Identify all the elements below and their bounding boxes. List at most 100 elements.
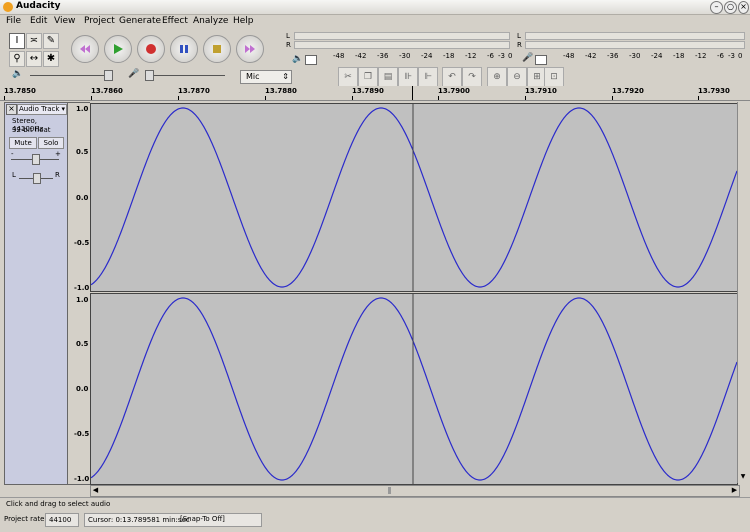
record-button[interactable] — [137, 35, 165, 63]
project-rate-label: Project rate: — [4, 515, 47, 523]
pan-slider-thumb[interactable] — [33, 173, 41, 184]
track-name-menu[interactable]: Audio Track ▾ — [17, 104, 67, 115]
trim-icon[interactable]: ⊪ — [398, 67, 418, 87]
project-rate-field[interactable]: 44100 — [45, 513, 79, 527]
play-button[interactable] — [104, 35, 132, 63]
multi-tool-icon[interactable]: ✱ — [43, 51, 59, 67]
vertical-scrollbar[interactable]: ▼ — [737, 102, 748, 483]
waveform-right-svg — [90, 294, 738, 484]
undo-icon[interactable]: ↶ — [442, 67, 462, 87]
close-icon[interactable]: × — [738, 1, 749, 14]
scroll-right-icon[interactable]: ▶ — [730, 486, 739, 496]
record-icon — [146, 44, 156, 54]
menu-help[interactable]: Help — [233, 16, 254, 26]
menu-effect[interactable]: Effect — [162, 16, 188, 26]
playback-meter-right — [294, 41, 510, 49]
menu-analyze[interactable]: Analyze — [193, 16, 228, 26]
title-bar: Audacity – ○ × — [0, 0, 750, 15]
pause-icon — [180, 45, 188, 53]
app-icon — [3, 2, 13, 12]
waveform-left-channel[interactable] — [90, 103, 738, 292]
input-volume-thumb[interactable] — [145, 70, 154, 81]
ruler-label: 13.7850 — [4, 87, 36, 95]
fit-project-icon[interactable]: ⊡ — [544, 67, 564, 87]
playback-meter-menu-icon[interactable] — [305, 55, 317, 65]
ruler-label: 13.7910 — [525, 87, 557, 95]
track-bit-depth: 32-bit float — [12, 126, 51, 134]
menu-edit[interactable]: Edit — [30, 16, 47, 26]
scroll-thumb[interactable] — [388, 487, 391, 494]
ruler-label: 13.7890 — [352, 87, 384, 95]
zoom-in-icon[interactable]: ⊕ — [487, 67, 507, 87]
waveform-left-svg — [90, 104, 738, 291]
solo-button[interactable]: Solo — [38, 137, 64, 149]
snap-status: [Snap-To Off] — [180, 515, 225, 523]
skip-start-icon — [80, 45, 90, 53]
ruler-label: 13.7900 — [438, 87, 470, 95]
record-meter-left — [525, 32, 745, 40]
playback-meter-left — [294, 32, 510, 40]
skip-to-end-button[interactable] — [236, 35, 264, 63]
envelope-tool-icon[interactable]: ≍ — [26, 33, 42, 49]
bottom-bar: Project rate: 44100 Cursor: 0:13.789581 … — [0, 512, 750, 530]
skip-end-icon — [245, 45, 255, 53]
scroll-down-icon[interactable]: ▼ — [739, 473, 747, 481]
selection-tool-icon[interactable]: I — [9, 33, 25, 49]
ruler-label: 13.7880 — [265, 87, 297, 95]
silence-icon[interactable]: ⊩ — [418, 67, 438, 87]
track-close-icon[interactable]: × — [6, 104, 17, 115]
stop-button[interactable] — [203, 35, 231, 63]
speaker-icon: 🔈 — [292, 54, 304, 64]
menu-view[interactable]: View — [54, 16, 75, 26]
stop-icon — [213, 45, 221, 53]
horizontal-scrollbar[interactable]: ◀ ▶ — [90, 485, 740, 497]
status-bar: Click and drag to select audio — [0, 497, 750, 512]
playback-meter-scale: -48 -42 -36 -30 -24 -18 -12 -6 -3 0 — [333, 52, 513, 60]
menu-generate[interactable]: Generate — [119, 16, 161, 26]
status-hint: Click and drag to select audio — [6, 500, 111, 508]
zoom-tool-icon[interactable]: ⚲ — [9, 51, 25, 67]
skip-to-start-button[interactable] — [71, 35, 99, 63]
waveform-right-channel[interactable] — [90, 293, 738, 485]
waveform-right-line — [90, 297, 738, 481]
output-volume-icon: 🔈 — [12, 69, 24, 79]
input-volume-slider[interactable] — [145, 75, 225, 76]
menu-bar: File Edit View Project Generate Effect A… — [0, 15, 750, 29]
timeline-ruler[interactable]: 13.7850 13.7860 13.7870 13.7880 13.7890 … — [0, 86, 750, 101]
track-menu-arrow-icon: ▾ — [61, 105, 65, 113]
copy-icon[interactable]: ❐ — [358, 67, 378, 87]
window-title: Audacity — [16, 1, 61, 11]
rec-meter-right-label: R — [517, 41, 522, 49]
meter-left-label: L — [286, 32, 290, 40]
rec-meter-left-label: L — [517, 32, 521, 40]
microphone-icon: 🎤 — [522, 53, 534, 63]
minimize-icon[interactable]: – — [710, 1, 723, 14]
menu-project[interactable]: Project — [84, 16, 115, 26]
zoom-out-icon[interactable]: ⊖ — [507, 67, 527, 87]
output-volume-thumb[interactable] — [104, 70, 113, 81]
select-arrows-icon: ⇕ — [282, 72, 289, 81]
input-source-select[interactable]: Mic ⇕ — [240, 70, 292, 84]
gain-plus-label: + — [55, 150, 61, 158]
scroll-left-icon[interactable]: ◀ — [91, 486, 100, 496]
play-icon — [114, 44, 123, 54]
redo-icon[interactable]: ↷ — [462, 67, 482, 87]
record-meter-menu-icon[interactable] — [535, 55, 547, 65]
draw-tool-icon[interactable]: ✎ — [43, 33, 59, 49]
paste-icon[interactable]: ▤ — [378, 67, 398, 87]
mute-button[interactable]: Mute — [9, 137, 37, 149]
ruler-cursor-line — [412, 86, 413, 100]
cursor-position: Cursor: 0:13.789581 min:sec — [84, 513, 262, 527]
ruler-label: 13.7860 — [91, 87, 123, 95]
pause-button[interactable] — [170, 35, 198, 63]
gain-slider-thumb[interactable] — [32, 154, 40, 165]
timeshift-tool-icon[interactable]: ↔ — [26, 51, 42, 67]
output-volume-slider[interactable] — [30, 75, 110, 76]
ruler-label: 13.7920 — [612, 87, 644, 95]
record-meter-right — [525, 41, 745, 49]
menu-file[interactable]: File — [6, 16, 21, 26]
waveform-left-line — [90, 107, 738, 288]
maximize-icon[interactable]: ○ — [724, 1, 737, 14]
record-meter-scale: -48 -42 -36 -30 -24 -18 -12 -6 -3 0 — [563, 52, 743, 60]
cut-icon[interactable]: ✂ — [338, 67, 358, 87]
